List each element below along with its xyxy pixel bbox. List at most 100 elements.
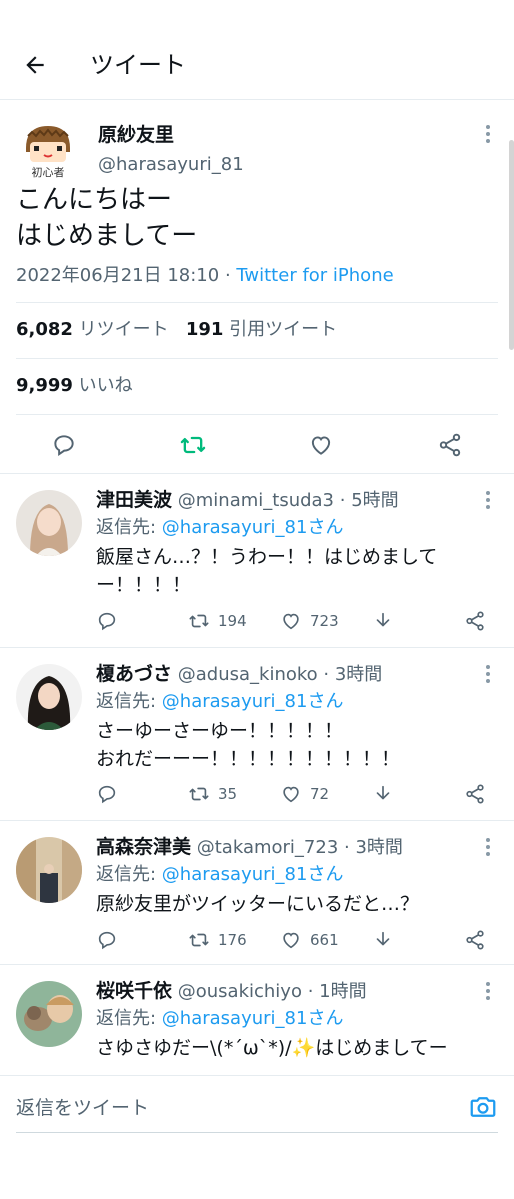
reply-avatar[interactable] [16, 490, 82, 556]
reply-author-name[interactable]: 榎あづさ [96, 663, 172, 685]
reply-handle[interactable]: @minami_tsuda3 [178, 490, 334, 511]
reply-tweet[interactable]: 高森奈津美 @takamori_723 · 3時間 返信先: @harasayu… [0, 821, 514, 965]
reply-to-line: 返信先: @harasayuri_81さん [96, 688, 343, 716]
more-button[interactable] [478, 835, 498, 863]
reply-button[interactable] [96, 606, 126, 636]
reply-text: 飯屋さん…？！うわー！！はじめまして ー！！！！ [96, 546, 438, 596]
download-button[interactable] [372, 925, 402, 955]
reply-avatar[interactable] [16, 837, 82, 903]
reply-tweet[interactable]: 榎あづさ @adusa_kinoko · 3時間 返信先: @harasayur… [0, 648, 514, 821]
reply-text: 原紗友里がツイッターにいるだと…？ [96, 893, 420, 915]
share-icon [439, 433, 461, 457]
more-vertical-icon [486, 982, 490, 1000]
tweet-datetime[interactable]: 2022年06月21日 18:10 [16, 265, 219, 286]
share-button[interactable] [464, 779, 494, 809]
divider [16, 414, 498, 415]
page-title: ツイート [90, 51, 186, 79]
reply-button[interactable] [96, 779, 126, 809]
reply-time[interactable]: 1時間 [319, 981, 366, 1002]
reply-to-prefix: 返信先: [96, 864, 162, 885]
retweet-stats[interactable]: 6,082 リツイート 191 引用ツイート [16, 316, 337, 344]
more-vertical-icon [486, 838, 490, 856]
top-bar: ツイート [0, 0, 514, 100]
like-icon [283, 613, 299, 630]
reply-handle[interactable]: @takamori_723 [197, 837, 339, 858]
share-button[interactable] [464, 925, 494, 955]
share-button[interactable] [434, 429, 466, 461]
reply-header: 津田美波 @minami_tsuda3 · 5時間 [96, 489, 399, 511]
reply-tweet[interactable]: 津田美波 @minami_tsuda3 · 5時間 返信先: @harasayu… [0, 474, 514, 648]
reply-author-name[interactable]: 高森奈津美 [96, 836, 191, 858]
author-name[interactable]: 原紗友里 [98, 122, 174, 148]
reply-to-mention[interactable]: @harasayuri_81さん [162, 691, 344, 712]
like-button[interactable]: 661 [280, 925, 339, 955]
retweet-button[interactable]: 35 [188, 779, 237, 809]
retweet-icon [189, 933, 209, 947]
retweet-button[interactable]: 176 [188, 925, 247, 955]
share-button[interactable] [464, 606, 494, 636]
more-button[interactable] [478, 979, 498, 1007]
more-button[interactable] [478, 488, 498, 516]
reply-button[interactable] [48, 429, 80, 461]
retweet-button[interactable] [177, 429, 209, 461]
author-avatar[interactable]: 初心者 [18, 122, 78, 182]
more-button[interactable] [478, 662, 498, 690]
back-button[interactable] [18, 48, 52, 82]
reply-to-mention[interactable]: @harasayuri_81さん [162, 517, 344, 538]
reply-time[interactable]: 3時間 [355, 837, 402, 858]
download-button[interactable] [372, 779, 402, 809]
retweet-icon [180, 436, 206, 454]
reply-to-mention[interactable]: @harasayuri_81さん [162, 864, 344, 885]
like-count: 661 [310, 931, 339, 949]
retweet-count: 6,082 [16, 319, 73, 340]
like-icon [283, 786, 299, 803]
reply-button[interactable] [96, 925, 126, 955]
more-vertical-icon [486, 125, 490, 143]
reply-to-prefix: 返信先: [96, 691, 162, 712]
reply-time[interactable]: 3時間 [335, 664, 382, 685]
like-icon [311, 436, 331, 455]
reply-actions: 35 72 [96, 779, 496, 809]
reply-actions: 176 661 [96, 925, 496, 955]
reply-compose-bar[interactable]: 返信をツイート [0, 1075, 514, 1139]
like-count: 9,999 [16, 375, 73, 396]
scrollbar[interactable] [509, 140, 514, 350]
reply-handle[interactable]: @adusa_kinoko [178, 664, 318, 685]
reply-header: 榎あづさ @adusa_kinoko · 3時間 [96, 663, 383, 685]
download-icon [376, 931, 390, 946]
reply-icon [98, 612, 116, 631]
reply-tweet[interactable]: 桜咲千依 @ousakichiyo · 1時間 返信先: @harasayuri… [0, 965, 514, 1075]
like-stats[interactable]: 9,999 いいね [16, 372, 133, 400]
more-button[interactable] [478, 122, 498, 150]
retweet-button[interactable]: 194 [188, 606, 247, 636]
quote-count: 191 [185, 319, 224, 340]
retweet-count: 194 [218, 612, 247, 630]
reply-to-mention[interactable]: @harasayuri_81さん [162, 1008, 344, 1029]
share-icon [466, 784, 484, 804]
tweet-meta: 2022年06月21日 18:10 · Twitter for iPhone [16, 262, 394, 290]
reply-text: さゆさゆだー\(*´ω`*)/✨はじめましてー [96, 1037, 448, 1059]
reply-handle[interactable]: @ousakichiyo [178, 981, 302, 1002]
reply-header: 高森奈津美 @takamori_723 · 3時間 [96, 836, 403, 858]
like-button[interactable] [305, 429, 337, 461]
reply-avatar[interactable] [16, 981, 82, 1047]
reply-avatar[interactable] [16, 664, 82, 730]
tweet-source[interactable]: Twitter for iPhone [236, 265, 393, 286]
camera-button[interactable] [468, 1092, 498, 1126]
retweet-label: リツイート [78, 319, 169, 340]
reply-input[interactable]: 返信をツイート [16, 1094, 149, 1122]
input-underline [16, 1132, 498, 1133]
more-vertical-icon [486, 491, 490, 509]
reply-author-name[interactable]: 桜咲千依 [96, 980, 172, 1002]
author-handle[interactable]: @harasayuri_81 [98, 152, 244, 178]
divider [16, 302, 498, 303]
like-button[interactable]: 72 [280, 779, 329, 809]
reply-author-name[interactable]: 津田美波 [96, 489, 172, 511]
reply-to-prefix: 返信先: [96, 517, 162, 538]
like-icon [283, 932, 299, 949]
like-count: 723 [310, 612, 339, 630]
download-button[interactable] [372, 606, 402, 636]
like-label: いいね [78, 375, 133, 396]
like-button[interactable]: 723 [280, 606, 339, 636]
reply-time[interactable]: 5時間 [351, 490, 398, 511]
